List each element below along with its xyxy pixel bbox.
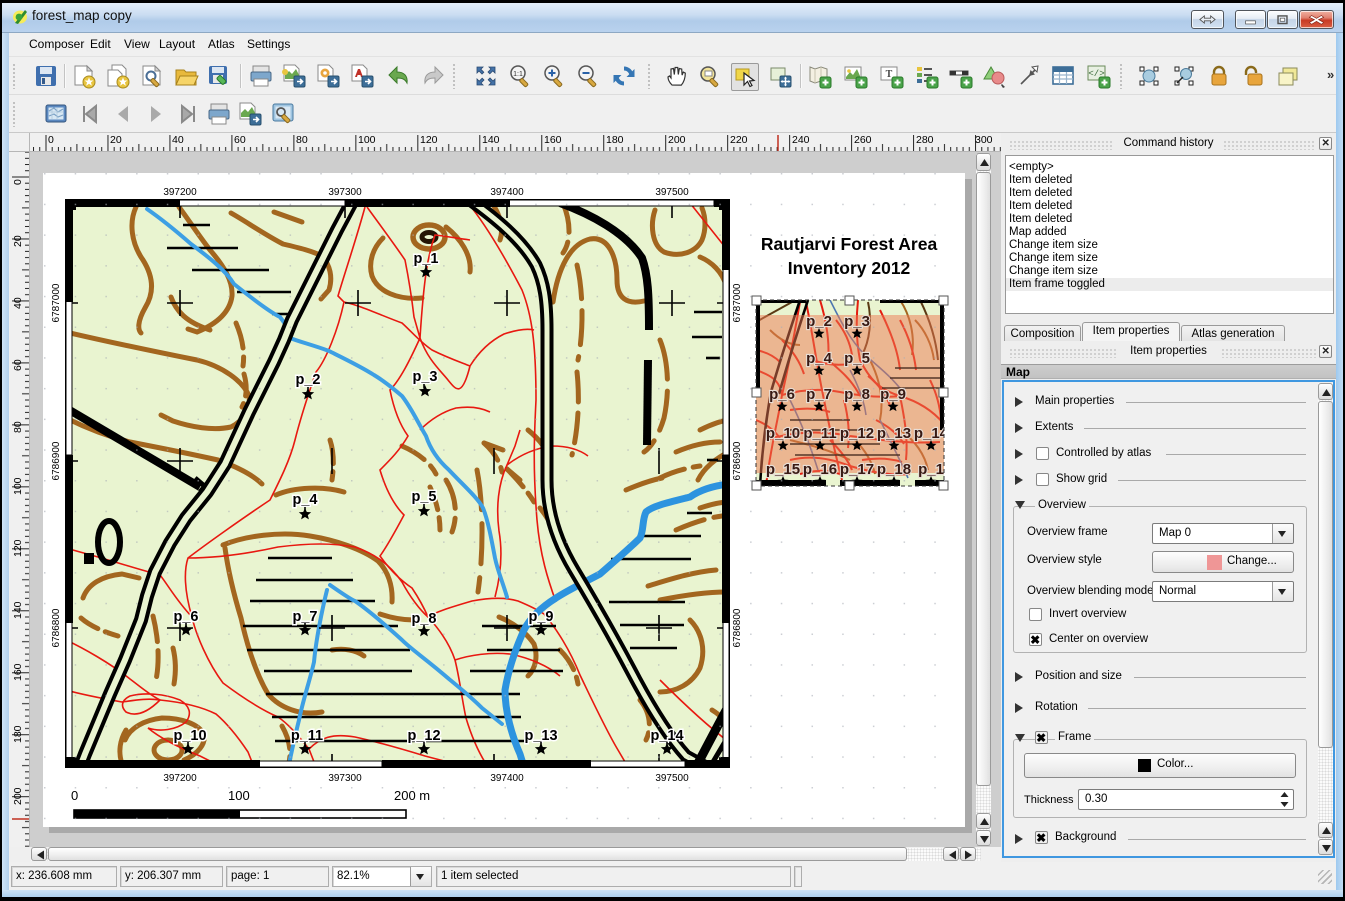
svg-text:120: 120 (12, 539, 24, 557)
svg-text:80: 80 (296, 134, 308, 146)
svg-text:160: 160 (544, 134, 562, 146)
svg-text:100: 100 (12, 477, 24, 495)
svg-text:200: 200 (668, 134, 686, 146)
svg-text:0: 0 (12, 179, 24, 185)
svg-text:280: 280 (916, 134, 934, 146)
svg-text:20: 20 (110, 134, 122, 146)
svg-text:180: 180 (12, 725, 24, 743)
svg-text:160: 160 (12, 663, 24, 681)
svg-text:80: 80 (12, 421, 24, 433)
svg-text:300: 300 (975, 134, 993, 146)
svg-text:60: 60 (12, 359, 24, 371)
svg-text:40: 40 (172, 134, 184, 146)
svg-text:260: 260 (854, 134, 872, 146)
svg-text:0: 0 (48, 134, 54, 146)
svg-text:40: 40 (12, 297, 24, 309)
svg-text:120: 120 (420, 134, 438, 146)
svg-text:20: 20 (12, 235, 24, 247)
svg-text:140: 140 (482, 134, 500, 146)
svg-text:240: 240 (792, 134, 810, 146)
svg-text:140: 140 (12, 601, 24, 619)
svg-text:220: 220 (730, 134, 748, 146)
svg-text:1:1: 1:1 (513, 71, 523, 78)
svg-text:60: 60 (234, 134, 246, 146)
svg-text:100: 100 (358, 134, 376, 146)
svg-text:180: 180 (606, 134, 624, 146)
svg-text:200: 200 (12, 787, 24, 805)
